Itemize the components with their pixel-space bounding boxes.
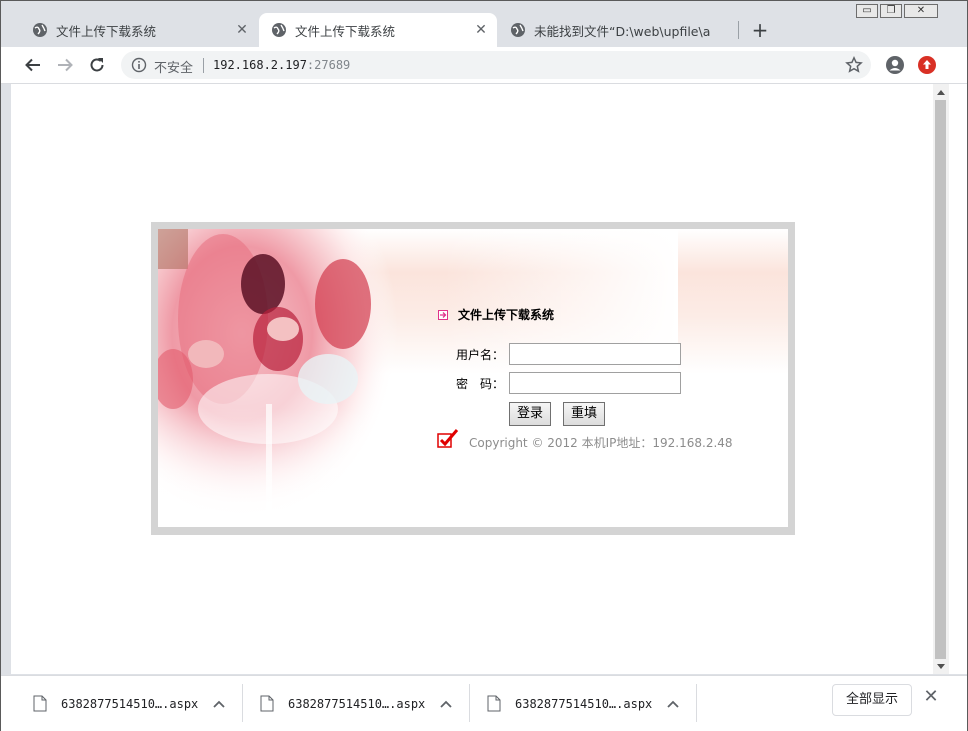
username-input[interactable] xyxy=(509,343,681,365)
tab-title: 文件上传下载系统 xyxy=(295,23,396,39)
omnibox-divider xyxy=(203,58,204,73)
password-label: 密 码： xyxy=(455,377,504,391)
chevron-up-icon[interactable] xyxy=(212,699,226,709)
login-button[interactable]: 登录 xyxy=(509,402,551,426)
security-label: 不安全 xyxy=(154,61,194,76)
download-item[interactable]: 6382877514510….aspx xyxy=(260,676,453,731)
new-tab-button[interactable]: + xyxy=(749,19,771,41)
password-input[interactable] xyxy=(509,372,681,394)
username-label: 用户名： xyxy=(455,348,504,362)
maximize-icon: ❐ xyxy=(886,5,896,16)
tab-3[interactable]: 未能找到文件“D:\web\upfile\a xyxy=(498,13,736,47)
download-shelf: 6382877514510….aspx 6382877514510….aspx … xyxy=(1,675,967,731)
scroll-down-icon[interactable] xyxy=(937,664,945,669)
browser-toolbar: 不安全 192.168.2.197:27689 xyxy=(1,47,967,84)
login-panel: 文件上传下载系统 用户名： 密 码： 登录 重填 Copyright © 201… xyxy=(151,222,795,535)
profile-button[interactable] xyxy=(883,53,907,77)
chevron-up-icon[interactable] xyxy=(439,699,453,709)
url-port: :27689 xyxy=(306,58,351,72)
arrow-bullet-icon xyxy=(438,309,448,320)
download-filename: 6382877514510….aspx xyxy=(515,696,653,711)
arrow-right-icon xyxy=(58,58,73,72)
globe-icon xyxy=(272,23,286,37)
tab-1[interactable]: 文件上传下载系统 ✕ xyxy=(20,13,258,47)
star-icon[interactable] xyxy=(845,56,863,74)
file-icon xyxy=(33,695,47,712)
reset-button[interactable]: 重填 xyxy=(563,402,605,426)
download-item[interactable]: 6382877514510….aspx xyxy=(487,676,680,731)
browser-window: 文件上传下载系统 ✕ 文件上传下载系统 ✕ 未能找到文件“D:\web\upfi… xyxy=(0,0,968,731)
chevron-up-icon[interactable] xyxy=(666,699,680,709)
info-icon[interactable] xyxy=(131,57,147,73)
tab-title: 未能找到文件“D:\web\upfile\a xyxy=(534,23,711,39)
tab-title: 文件上传下载系统 xyxy=(56,23,157,39)
download-filename: 6382877514510….aspx xyxy=(288,696,426,711)
update-icon xyxy=(918,56,936,74)
globe-icon xyxy=(33,23,47,37)
url-text[interactable]: 192.168.2.197:27689 xyxy=(213,58,350,72)
login-panel-inner: 文件上传下载系统 用户名： 密 码： 登录 重填 Copyright © 201… xyxy=(158,229,788,527)
tab-divider xyxy=(738,21,739,39)
download-item[interactable]: 6382877514510….aspx xyxy=(33,676,226,731)
window-close-button[interactable]: ✕ xyxy=(904,4,938,18)
minimize-button[interactable]: ▭ xyxy=(856,4,878,18)
tab-strip: 文件上传下载系统 ✕ 文件上传下载系统 ✕ 未能找到文件“D:\web\upfi… xyxy=(1,1,967,47)
scroll-up-icon[interactable] xyxy=(937,90,945,95)
back-button[interactable] xyxy=(21,53,45,77)
checkmark-icon xyxy=(437,429,459,448)
forward-button[interactable] xyxy=(53,53,77,77)
page-edge xyxy=(949,84,967,674)
vertical-scrollbar[interactable] xyxy=(933,84,949,674)
tab-2-active[interactable]: 文件上传下载系统 ✕ xyxy=(259,13,497,47)
minimize-icon: ▭ xyxy=(862,5,872,16)
close-tab-icon[interactable]: ✕ xyxy=(473,22,489,38)
scrollbar-thumb[interactable] xyxy=(935,100,946,659)
url-host: 192.168.2.197 xyxy=(213,58,307,72)
window-controls: ▭ ❐ ✕ xyxy=(856,4,940,18)
update-button[interactable] xyxy=(915,53,939,77)
maximize-button[interactable]: ❐ xyxy=(880,4,902,18)
system-title: 文件上传下载系统 xyxy=(438,306,554,323)
reload-icon xyxy=(90,58,104,72)
profile-icon xyxy=(886,56,904,74)
download-filename: 6382877514510….aspx xyxy=(61,696,199,711)
globe-icon xyxy=(511,23,525,37)
show-all-button[interactable]: 全部显示 xyxy=(832,684,912,716)
reload-button[interactable] xyxy=(85,53,109,77)
page-viewport: 文件上传下载系统 用户名： 密 码： 登录 重填 Copyright © 201… xyxy=(11,84,933,674)
download-divider xyxy=(696,684,697,722)
copyright-text: Copyright © 2012 本机IP地址：192.168.2.48 xyxy=(469,436,733,450)
address-bar[interactable]: 不安全 192.168.2.197:27689 xyxy=(121,51,871,79)
close-shelf-icon[interactable]: ✕ xyxy=(923,688,939,706)
file-icon xyxy=(487,695,501,712)
download-divider xyxy=(469,684,470,722)
download-divider xyxy=(242,684,243,722)
system-title-text: 文件上传下载系统 xyxy=(458,308,555,322)
file-icon xyxy=(260,695,274,712)
close-icon: ✕ xyxy=(916,5,926,16)
close-tab-icon[interactable]: ✕ xyxy=(234,22,250,38)
arrow-left-icon xyxy=(25,58,40,72)
